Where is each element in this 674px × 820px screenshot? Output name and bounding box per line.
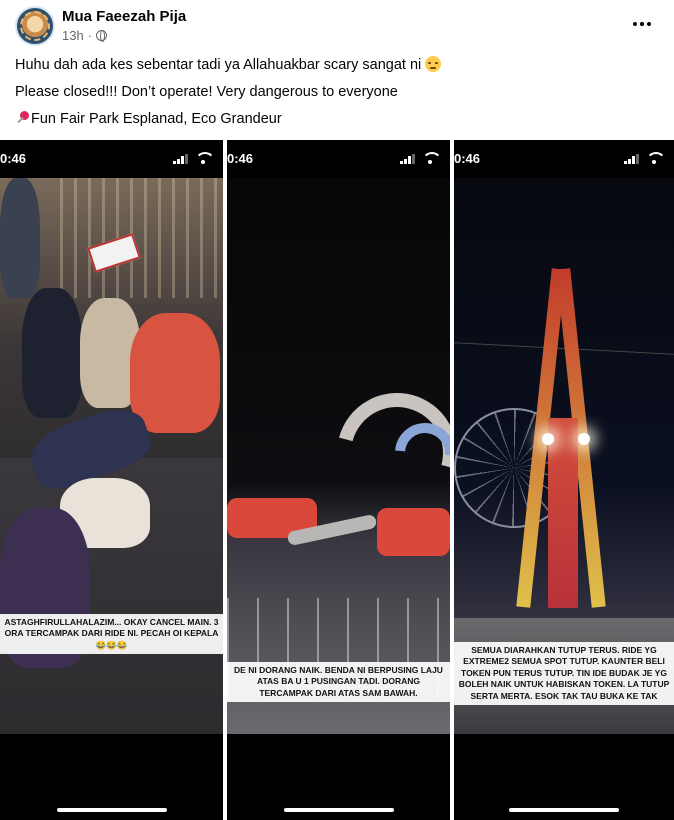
photo-scene-ride <box>227 178 450 734</box>
photo-panel-2[interactable]: 0:46 DE NI DORANG NAIK. BENDA NI BERPUSI… <box>227 140 450 820</box>
post-header: Mua Faeezah Pija 13h · <box>0 0 674 50</box>
post-meta: 13h · <box>62 28 108 43</box>
more-options-icon <box>633 22 637 26</box>
phone-status-bar: 0:46 <box>0 140 223 178</box>
disappointed-face-emoji-icon <box>425 56 442 72</box>
phone-status-bar: 0:46 <box>227 140 450 178</box>
author-name[interactable]: Mua Faeezah Pija <box>62 8 186 25</box>
phone-status-bar: 0:46 <box>454 140 674 178</box>
photo-caption: ASTAGHFIRULLAHALAZIM... OKAY CANCEL MAIN… <box>0 614 223 655</box>
status-time: 0:46 <box>227 151 254 166</box>
status-time: 0:46 <box>0 151 27 166</box>
pushpin-icon <box>15 111 29 125</box>
home-indicator <box>509 808 619 812</box>
post-text-line-2: Please closed!!! Don’t operate! Very dan… <box>15 84 398 100</box>
post-text-line-3: Fun Fair Park Esplanad, Eco Grandeur <box>15 111 282 127</box>
home-indicator <box>283 808 394 812</box>
post-time[interactable]: 13h <box>62 28 84 43</box>
photo-caption: DE NI DORANG NAIK. BENDA NI BERPUSING LA… <box>227 662 450 703</box>
avatar[interactable] <box>15 6 55 46</box>
photo-caption: SEMUA DIARAHKAN TUTUP TERUS. RIDE YG EXT… <box>454 642 674 706</box>
more-options-button[interactable] <box>628 12 656 36</box>
photo-panel-1[interactable]: 0:46 ASTAGHFIRULLAHALAZIM... OKAY CANCEL… <box>0 140 223 820</box>
wifi-icon <box>422 152 442 164</box>
status-time: 0:46 <box>454 151 481 166</box>
home-indicator <box>56 808 167 812</box>
signal-icon <box>173 154 188 164</box>
photo-panel-3[interactable]: 0:46 SEMUA DIARAHKAN TUTUP TERUS. RIDE Y… <box>454 140 674 820</box>
wifi-icon <box>646 152 666 164</box>
globe-icon <box>96 30 108 42</box>
signal-icon <box>400 154 415 164</box>
signal-icon <box>624 154 639 164</box>
wifi-icon <box>195 152 215 164</box>
post-text-line-1: Huhu dah ada kes sebentar tadi ya Allahu… <box>15 56 442 73</box>
